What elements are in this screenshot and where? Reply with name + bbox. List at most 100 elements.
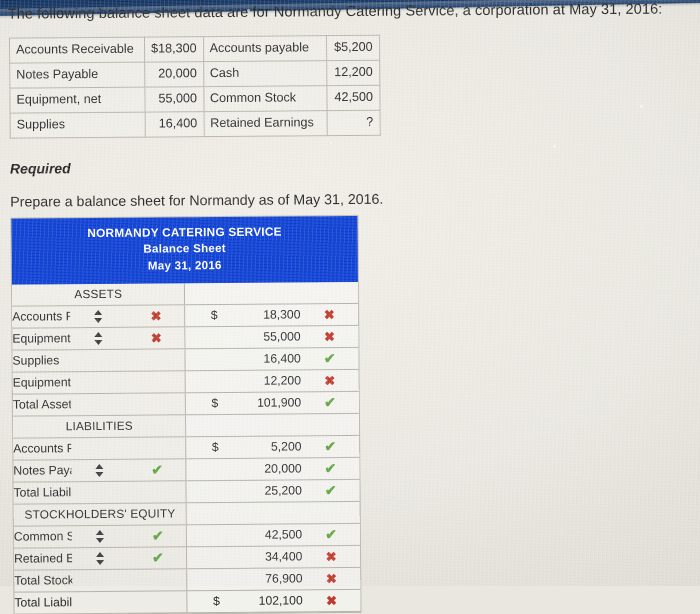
account-label: Total Liabilities xyxy=(13,481,72,504)
given-data-row: Accounts Receivable $18,300 Accounts payab… xyxy=(9,35,380,64)
account-select-stepper[interactable] xyxy=(69,304,128,328)
currency-symbol: $ xyxy=(185,392,244,415)
amount-value[interactable]: 12,200 xyxy=(243,369,302,393)
incorrect-mark-icon-amount: ✖ xyxy=(323,307,335,323)
amount-value[interactable]: 101,900 xyxy=(243,391,302,415)
given-amount-right: 42,500 xyxy=(326,85,380,111)
balance-sheet-row: Accounts Receivable ✖ $18,300 ✖ xyxy=(12,303,359,328)
section-title: STOCKHOLDERS' EQUITY xyxy=(13,502,187,526)
amount-grade-mark: ✖ xyxy=(302,567,361,590)
given-label-right: Accounts payable xyxy=(203,35,327,62)
required-heading: Required xyxy=(9,160,71,177)
amount-grade-mark: ✔ xyxy=(302,523,360,546)
account-select-stepper[interactable] xyxy=(71,546,130,570)
account-label: Total Stockholders' Equity xyxy=(14,569,72,592)
section-amount-blank xyxy=(185,413,360,437)
amount-value[interactable]: 102,100 xyxy=(244,589,303,613)
correct-mark-icon-amount: ✔ xyxy=(324,394,336,411)
section-amount-blank xyxy=(186,501,360,525)
correct-mark-icon-amount: ✔ xyxy=(325,526,337,543)
given-data-row: Equipment, net 55,000 Common Stock 42,500 xyxy=(9,85,380,114)
label-grade-mark: ✔ xyxy=(128,458,187,481)
stepper-updown-icon[interactable] xyxy=(96,552,105,565)
correct-mark-icon-amount: ✔ xyxy=(324,438,337,455)
given-amount-right: 12,200 xyxy=(326,60,380,86)
account-label: Total Assets xyxy=(12,393,71,416)
account-select-stepper[interactable] xyxy=(69,326,128,350)
given-data-row: Supplies 16,400 Retained Earnings? xyxy=(10,110,380,139)
label-grade-mark: ✖ xyxy=(127,304,186,327)
amount-grade-mark: ✖ xyxy=(300,303,359,326)
section-title: LIABILITIES xyxy=(12,414,187,438)
amount-value[interactable]: 34,400 xyxy=(244,545,303,569)
account-label[interactable]: Common Stock xyxy=(13,525,72,548)
account-label: Supplies xyxy=(12,349,71,372)
amount-value[interactable]: 25,200 xyxy=(244,479,302,503)
label-grade-mark xyxy=(127,348,186,371)
section-heading-row: STOCKHOLDERS' EQUITY xyxy=(13,501,360,526)
currency-symbol xyxy=(186,480,245,503)
account-control-empty xyxy=(71,590,130,614)
balance-sheet-row: Accounts Payable $5,200 ✔ xyxy=(13,435,360,460)
section-amount-blank xyxy=(184,281,359,305)
account-label[interactable]: Equipment, net xyxy=(12,327,71,350)
stepper-updown-icon[interactable] xyxy=(94,310,103,323)
balance-sheet-rows: ASSETS Accounts Receivable ✖ $18,300 ✖ Equip… xyxy=(11,281,361,614)
given-amount-left: 55,000 xyxy=(144,86,204,113)
amount-grade-mark: ✖ xyxy=(300,325,359,348)
incorrect-mark-icon-amount: ✖ xyxy=(323,329,335,345)
given-data-row: Notes Payable 20,000 Cash 12,200 xyxy=(9,60,380,89)
amount-value[interactable]: 55,000 xyxy=(242,325,301,349)
amount-value[interactable]: 20,000 xyxy=(243,457,302,481)
currency-symbol xyxy=(186,458,245,481)
correct-mark-icon-amount: ✔ xyxy=(324,482,337,499)
amount-grade-mark: ✔ xyxy=(300,347,359,370)
balance-sheet-row: Equipment, net 12,200 ✖ xyxy=(12,369,359,394)
account-label: Accounts Payable xyxy=(13,437,71,460)
stepper-updown-icon[interactable] xyxy=(94,332,103,345)
section-heading-row: ASSETS xyxy=(11,281,359,306)
label-grade-mark xyxy=(129,590,188,613)
amount-value[interactable]: 5,200 xyxy=(243,435,302,459)
account-control-empty xyxy=(71,568,130,592)
amount-grade-mark: ✔ xyxy=(301,479,360,502)
amount-value[interactable]: 16,400 xyxy=(243,347,301,371)
incorrect-mark-icon-amount: ✖ xyxy=(325,549,337,565)
given-amount-left: 16,400 xyxy=(145,111,204,138)
incorrect-mark-icon-amount: ✖ xyxy=(325,571,337,587)
amount-value[interactable]: 18,300 xyxy=(242,303,301,327)
stepper-updown-icon[interactable] xyxy=(95,464,104,477)
account-label[interactable]: Accounts Receivable xyxy=(12,305,70,328)
amount-grade-mark: ✖ xyxy=(302,545,361,568)
given-amount-right: $5,200 xyxy=(326,35,380,61)
worksheet-content: The following balance sheet data are for… xyxy=(0,0,700,614)
currency-symbol: $ xyxy=(187,590,246,613)
stepper-updown-icon[interactable] xyxy=(96,530,105,543)
label-grade-mark: ✖ xyxy=(127,326,186,349)
required-instruction: Prepare a balance sheet for Normandy as … xyxy=(10,191,384,211)
correct-mark-icon-amount: ✔ xyxy=(323,350,336,367)
balance-sheet-row: Total Assets $101,900 ✔ xyxy=(12,391,359,416)
balance-sheet-row: Supplies 16,400 ✔ xyxy=(12,347,359,372)
amount-value[interactable]: 42,500 xyxy=(244,523,303,547)
amount-value[interactable]: 76,900 xyxy=(244,567,303,591)
correct-mark-icon-label: ✔ xyxy=(152,549,164,567)
given-label-right: Retained Earnings xyxy=(203,110,327,137)
account-control-empty xyxy=(70,392,129,416)
section-title: ASSETS xyxy=(11,282,186,306)
account-control-empty xyxy=(70,370,129,394)
amount-grade-mark: ✔ xyxy=(301,391,359,414)
given-amount-left: 20,000 xyxy=(144,61,204,88)
given-amount-right: ? xyxy=(326,110,380,136)
currency-symbol xyxy=(187,568,245,591)
given-label-left: Notes Payable xyxy=(9,62,145,89)
account-label[interactable]: Retained Earnings xyxy=(13,547,72,570)
amount-grade-mark: ✔ xyxy=(301,457,360,480)
label-grade-mark xyxy=(129,568,188,591)
account-label[interactable]: Notes Payable xyxy=(13,459,72,482)
balance-sheet-title-block: NORMANDY CATERING SERVICE Balance Sheet … xyxy=(11,215,358,285)
account-select-stepper[interactable] xyxy=(70,458,129,482)
account-select-stepper[interactable] xyxy=(71,524,130,548)
balance-sheet-row: Total Liabilities and Stockholders' Equi… xyxy=(14,589,361,614)
incorrect-mark-icon-label: ✖ xyxy=(150,308,162,324)
